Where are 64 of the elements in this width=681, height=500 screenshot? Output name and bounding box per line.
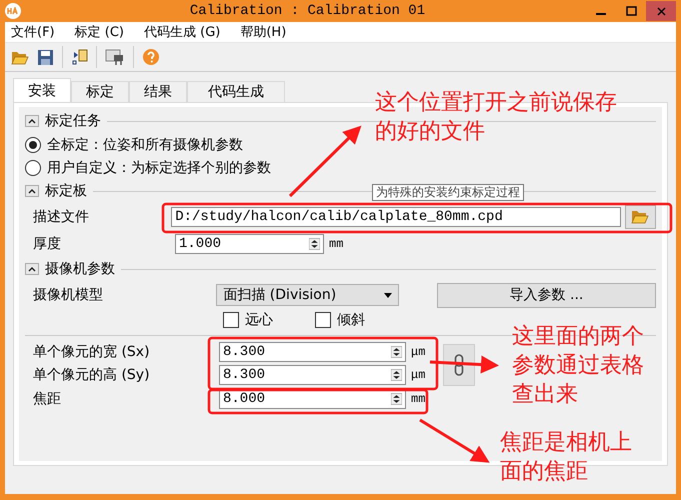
checkbox-label: 倾斜 [337, 311, 365, 329]
section-title: 标定板 [45, 182, 87, 200]
help-icon [142, 48, 160, 66]
checkbox-label: 远心 [245, 311, 273, 329]
number-field[interactable]: 8.300 [219, 365, 406, 386]
open-file-icon [631, 209, 650, 224]
link-button[interactable] [443, 344, 475, 386]
menu-item[interactable]: 帮助(H) [240, 23, 286, 41]
unit-label: μm [411, 368, 426, 382]
unit-label: mm [411, 392, 426, 406]
tooltip: 为特殊的安装约束标定过程 [372, 184, 524, 201]
annotation-note: 这个位置打开之前说保存 的好的文件 [375, 89, 617, 146]
spin-arrows-icon[interactable] [391, 344, 402, 360]
spin-arrows-icon[interactable] [309, 236, 320, 252]
unit-label: mm [329, 236, 344, 250]
file-path-field[interactable]: D:/study/halcon/calib/calplate_80mm.cpd [171, 206, 621, 226]
model-dropdown[interactable]: 面扫描 (Division) [216, 284, 399, 306]
camera-board-icon [105, 48, 125, 66]
dropdown-caret-icon [384, 292, 392, 298]
field-label: 单个像元的高 (Sy) [32, 366, 151, 384]
radio-label: 用户自定义：为标定选择个别的参数 [47, 158, 271, 176]
field-label: 描述文件 [32, 208, 90, 226]
section-title: 摄像机参数 [45, 260, 115, 278]
radio-button[interactable] [25, 136, 41, 152]
section-toggle[interactable] [25, 263, 39, 275]
close-button[interactable] [646, 1, 676, 21]
checkbox[interactable] [315, 312, 331, 328]
window-title: Calibration : Calibration 01 [188, 3, 426, 19]
annotation-arrow [430, 356, 499, 374]
field-label: 厚度 [32, 234, 62, 252]
tab[interactable]: 安装 [13, 78, 71, 102]
document-arrow-icon [71, 48, 88, 66]
app-logo-icon [5, 3, 21, 19]
radio-button[interactable] [25, 160, 41, 176]
annotation-arrow [419, 418, 490, 463]
collapse-icon [28, 266, 36, 272]
menu-item[interactable]: 标定 (C) [74, 23, 124, 41]
spin-arrows-icon[interactable] [391, 367, 402, 384]
menu-item[interactable]: 代码生成 (G) [144, 23, 220, 41]
tab[interactable]: 结果 [129, 81, 187, 102]
collapse-icon [28, 118, 36, 124]
section-title: 标定任务 [45, 112, 101, 130]
field-label: 焦距 [32, 390, 62, 408]
browse-button[interactable] [624, 204, 656, 228]
radio-label: 全标定：位姿和所有摄像机参数 [47, 136, 243, 154]
annotation-note: 这里面的两个 参数通过表格 查出来 [512, 323, 644, 409]
collapse-icon [28, 188, 36, 194]
tab[interactable]: 代码生成 [187, 81, 285, 102]
field-label: 单个像元的宽 (Sx) [32, 342, 151, 361]
section-toggle[interactable] [25, 185, 39, 197]
number-field[interactable]: 8.300 [219, 342, 406, 362]
section-toggle[interactable] [25, 115, 39, 127]
spin-arrows-icon[interactable] [391, 390, 402, 407]
import-button[interactable]: 导入参数 ... [436, 282, 656, 308]
annotation-note: 焦距是相机上 面的焦距 [500, 429, 632, 486]
unit-label: μm [411, 344, 426, 359]
number-field[interactable]: 1.000 [175, 234, 324, 254]
folder-icon [11, 50, 29, 64]
chain-link-icon [454, 354, 464, 376]
tab[interactable]: 标定 [71, 81, 129, 102]
checkbox[interactable] [223, 312, 239, 328]
field-label: 摄像机模型 [32, 286, 104, 304]
close-icon [656, 6, 666, 16]
menu-item[interactable]: 文件(F) [11, 23, 55, 41]
